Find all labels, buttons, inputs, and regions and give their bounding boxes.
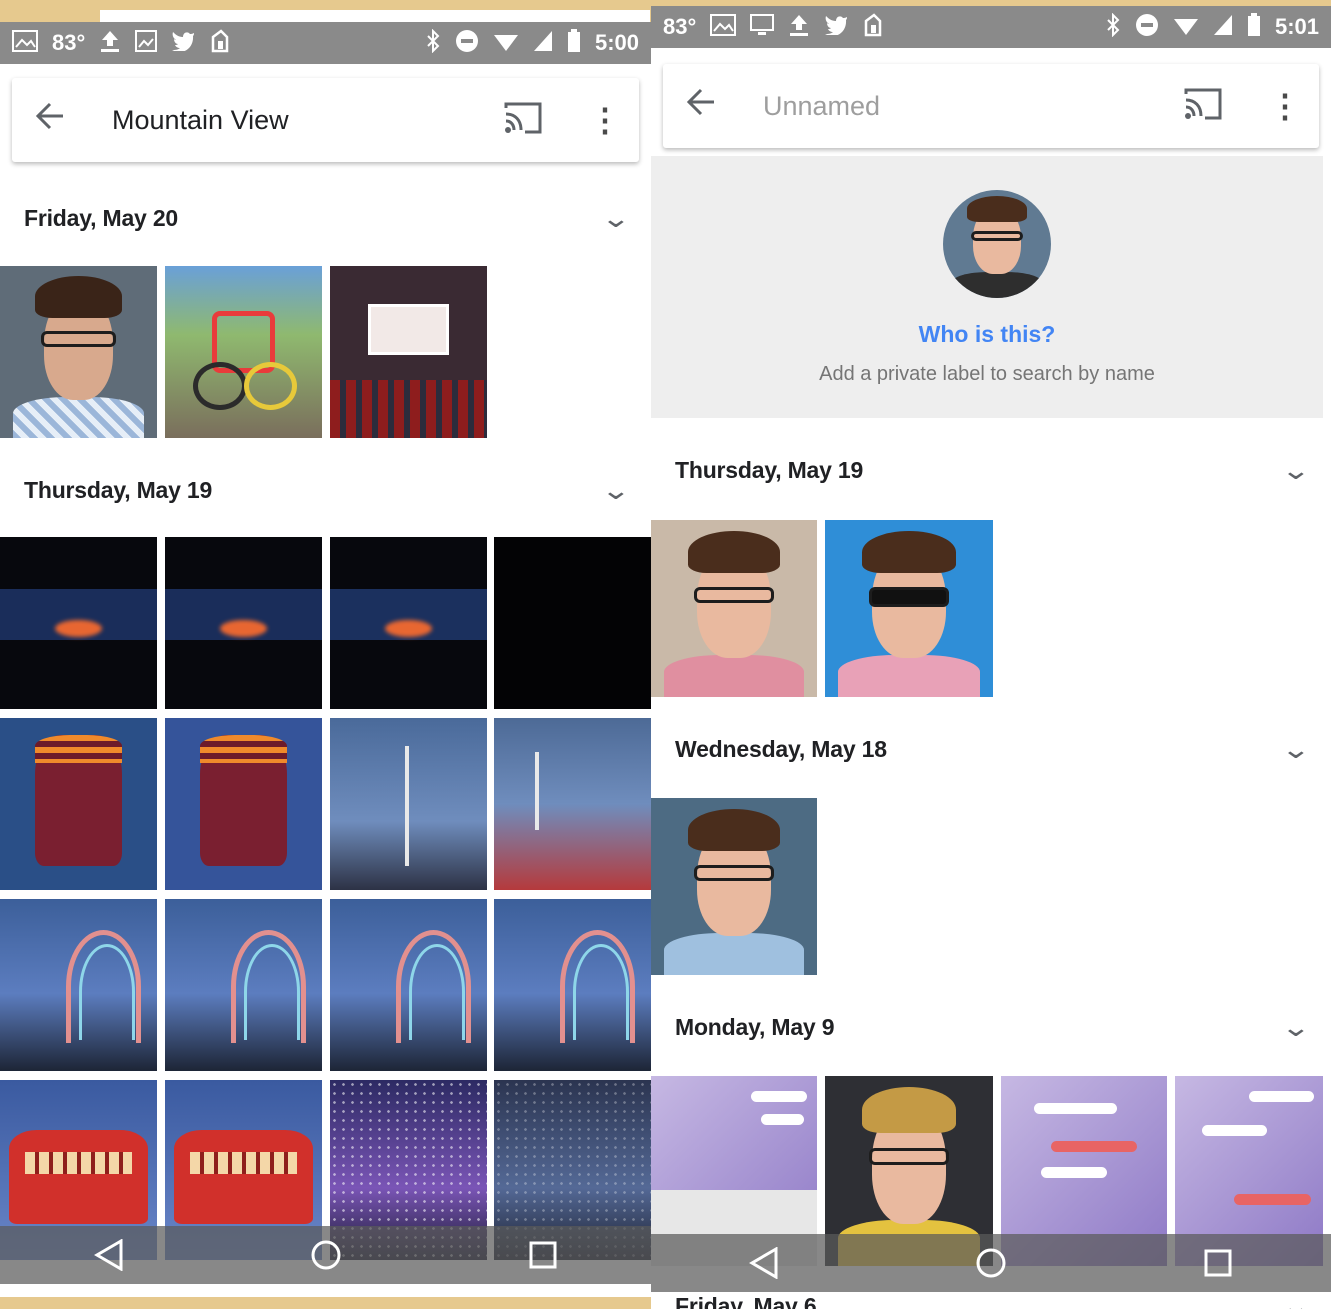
chevron-down-icon[interactable]: ⌄ bbox=[1281, 455, 1312, 486]
section-title: Thursday, May 19 bbox=[675, 456, 864, 483]
name-app-bar: Unnamed ⋮ bbox=[663, 64, 1319, 148]
section-title: Monday, May 9 bbox=[675, 1013, 835, 1040]
battery-icon bbox=[1247, 13, 1261, 41]
clock-text: 5:00 bbox=[594, 30, 639, 55]
photo-thumbnail-selfie-car[interactable] bbox=[0, 266, 157, 438]
section-title: Friday, May 6 bbox=[675, 1292, 817, 1309]
person-avatar[interactable] bbox=[943, 190, 1051, 298]
navigation-bar bbox=[0, 1226, 651, 1284]
photo-thumbnail-android-statue[interactable] bbox=[0, 718, 157, 890]
nav-recents-icon[interactable] bbox=[523, 1235, 563, 1275]
photo-thumbnail-sculpture[interactable] bbox=[0, 899, 157, 1071]
section-header: Monday, May 9 ⌄ bbox=[651, 1007, 1331, 1047]
person-header-panel: Who is this? Add a private label to sear… bbox=[651, 156, 1323, 418]
chevron-down-icon[interactable]: ⌄ bbox=[1281, 734, 1312, 765]
section-header: Friday, May 6 ⌄ bbox=[651, 1286, 1331, 1309]
photo-thumbnail-lamppost[interactable] bbox=[330, 718, 487, 890]
battery-icon bbox=[567, 29, 581, 57]
wifi-icon bbox=[493, 30, 519, 56]
section-title: Thursday, May 19 bbox=[24, 476, 213, 503]
back-arrow-icon[interactable] bbox=[18, 101, 82, 140]
photo-icon bbox=[135, 30, 158, 56]
section-header: Wednesday, May 18 ⌄ bbox=[651, 729, 1331, 769]
navigation-bar bbox=[651, 1234, 1331, 1292]
cast-icon[interactable] bbox=[503, 100, 547, 140]
section-title: Wednesday, May 18 bbox=[675, 735, 887, 762]
nav-back-icon[interactable] bbox=[744, 1243, 784, 1283]
nav-home-icon[interactable] bbox=[971, 1243, 1011, 1283]
section-header: Friday, May 20 ⌄ bbox=[0, 198, 651, 238]
chevron-down-icon[interactable]: ⌄ bbox=[601, 203, 632, 234]
do-not-disturb-icon bbox=[455, 29, 479, 57]
cast-screen-icon bbox=[750, 14, 775, 40]
photo-thumbnail-sculpture[interactable] bbox=[494, 899, 651, 1071]
gallery-icon bbox=[12, 30, 38, 56]
wifi-icon bbox=[1173, 14, 1199, 40]
photo-thumbnail-selfie[interactable] bbox=[651, 798, 817, 975]
bluetooth-icon bbox=[425, 28, 441, 57]
status-bar: 83° bbox=[651, 6, 1331, 48]
chevron-down-icon[interactable]: ⌄ bbox=[1281, 1012, 1312, 1043]
nav-recents-icon[interactable] bbox=[1198, 1243, 1238, 1283]
photo-thumbnail-night[interactable] bbox=[494, 537, 651, 709]
upload-icon bbox=[788, 13, 810, 41]
page-title[interactable]: Mountain View bbox=[112, 105, 503, 136]
signal-icon bbox=[533, 30, 553, 56]
photo-thumbnail-plaza[interactable] bbox=[494, 718, 651, 890]
back-arrow-icon[interactable] bbox=[669, 87, 733, 126]
nav-back-icon[interactable] bbox=[89, 1235, 129, 1275]
chevron-down-icon[interactable]: ⌄ bbox=[601, 475, 632, 506]
left-phone-screen: 83° 5:00 Mountain View ⋮ Friday, May 20 … bbox=[0, 22, 651, 1297]
photo-thumbnail-night[interactable] bbox=[330, 537, 487, 709]
more-vert-icon[interactable]: ⋮ bbox=[1265, 87, 1305, 125]
photo-thumbnail-night[interactable] bbox=[0, 537, 157, 709]
fitness-icon bbox=[862, 13, 884, 41]
status-bar: 83° bbox=[0, 22, 651, 64]
person-name-field[interactable]: Unnamed bbox=[763, 91, 1183, 122]
cast-icon[interactable] bbox=[1183, 86, 1227, 126]
photo-thumbnail-bicycle[interactable] bbox=[165, 266, 322, 438]
right-phone-screen: 83° 5:01 Unnamed ⋮ Who is this? Add a pr… bbox=[651, 6, 1331, 1309]
more-vert-icon[interactable]: ⋮ bbox=[585, 101, 625, 139]
label-hint-text: Add a private label to search by name bbox=[819, 363, 1155, 385]
photo-thumbnail-sculpture[interactable] bbox=[330, 899, 487, 1071]
fitness-icon bbox=[209, 29, 231, 57]
upload-icon bbox=[99, 29, 121, 57]
photo-thumbnail-selfie[interactable] bbox=[651, 520, 817, 697]
who-is-this-link[interactable]: Who is this? bbox=[651, 321, 1323, 348]
section-header: Thursday, May 19 ⌄ bbox=[651, 450, 1331, 490]
search-app-bar: Mountain View ⋮ bbox=[12, 78, 639, 162]
section-title: Friday, May 20 bbox=[24, 204, 179, 231]
nav-home-icon[interactable] bbox=[306, 1235, 346, 1275]
temperature-text: 83° bbox=[52, 30, 86, 55]
photo-thumbnail-keynote[interactable] bbox=[330, 266, 487, 438]
twitter-icon bbox=[171, 31, 195, 55]
photo-thumbnail-selfie-umbrella[interactable] bbox=[825, 520, 993, 697]
do-not-disturb-icon bbox=[1135, 13, 1159, 41]
bluetooth-icon bbox=[1105, 12, 1121, 41]
photo-thumbnail-night[interactable] bbox=[165, 537, 322, 709]
temperature-text: 83° bbox=[663, 14, 697, 39]
chevron-down-icon[interactable]: ⌄ bbox=[1281, 1291, 1312, 1309]
photo-thumbnail-android-statue[interactable] bbox=[165, 718, 322, 890]
clock-text: 5:01 bbox=[1274, 14, 1319, 39]
photo-thumbnail-sculpture[interactable] bbox=[165, 899, 322, 1071]
section-header: Thursday, May 19 ⌄ bbox=[0, 470, 651, 510]
signal-icon bbox=[1213, 14, 1233, 40]
gallery-icon bbox=[710, 14, 737, 40]
twitter-icon bbox=[824, 15, 848, 39]
